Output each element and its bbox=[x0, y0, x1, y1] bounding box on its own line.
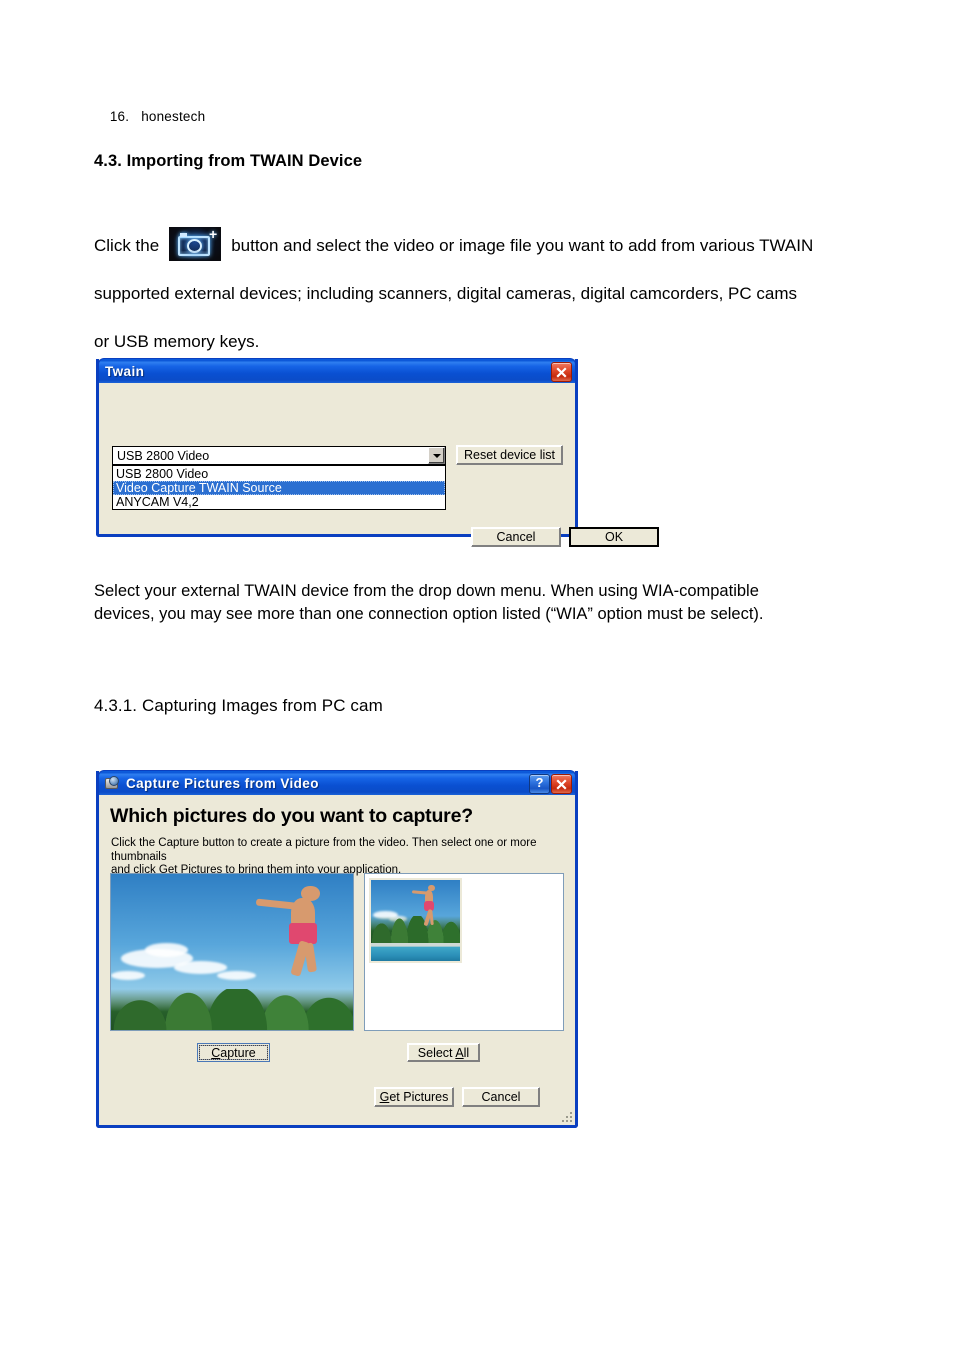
globe-shape bbox=[109, 775, 119, 786]
jumping-boy-figure bbox=[249, 886, 341, 983]
twain-cancel-button[interactable]: Cancel bbox=[471, 527, 561, 547]
get-pictures-button-label: Get Pictures bbox=[379, 1090, 449, 1104]
jumping-boy-figure bbox=[410, 884, 442, 930]
twain-dialog: Twain USB 2800 Video USB 2800 Video Vide… bbox=[96, 358, 659, 547]
instructions-line-1: Click the Capture button to create a pic… bbox=[111, 837, 537, 863]
dropdown-option-usb-2800-video[interactable]: USB 2800 Video bbox=[113, 467, 445, 481]
capture-button[interactable]: Capture bbox=[197, 1043, 270, 1062]
dropdown-option-anycam-v42[interactable]: ANYCAM V4,2 bbox=[113, 495, 445, 509]
help-icon[interactable]: ? bbox=[529, 774, 550, 794]
dropdown-option-video-capture-twain-source[interactable]: Video Capture TWAIN Source bbox=[113, 481, 445, 495]
capture-dialog-body: Which pictures do you want to capture? C… bbox=[99, 795, 575, 1125]
thumbnail-photo bbox=[371, 880, 460, 961]
paragraph-importing-twain: Click the + button and select the video or… bbox=[94, 222, 884, 366]
reset-device-list-button[interactable]: Reset device list bbox=[456, 445, 563, 465]
section-title: 4.3. Importing from TWAIN Device bbox=[94, 152, 363, 170]
capture-cancel-button[interactable]: Cancel bbox=[462, 1087, 540, 1107]
capture-dialog-title: Capture Pictures from Video bbox=[126, 775, 319, 791]
chevron-down-glyph bbox=[432, 453, 441, 458]
twain-dialog-titlebar[interactable]: Twain bbox=[98, 358, 576, 383]
paragraph-1-after-icon: button and select the video or image fil… bbox=[231, 236, 814, 255]
close-icon[interactable] bbox=[551, 774, 572, 794]
cloud-shape bbox=[111, 970, 145, 981]
paragraph-select-device: Select your external TWAIN device from t… bbox=[94, 580, 894, 626]
close-icon[interactable] bbox=[551, 362, 572, 382]
thumbnail-list-pane[interactable] bbox=[364, 873, 564, 1031]
video-capture-icon bbox=[105, 775, 121, 791]
device-select[interactable]: USB 2800 Video bbox=[112, 446, 446, 465]
video-preview-pane[interactable] bbox=[110, 873, 354, 1031]
select-all-button[interactable]: Select All bbox=[407, 1043, 480, 1062]
plus-glyph: + bbox=[209, 227, 218, 242]
twain-dialog-body: USB 2800 Video USB 2800 Video Video Capt… bbox=[99, 383, 659, 547]
document-page: 16. honestech 4.3. Importing from TWAIN D… bbox=[0, 0, 954, 1349]
capture-dialog-instructions: Click the Capture button to create a pic… bbox=[111, 837, 563, 878]
paragraph-1-line-2: supported external devices; including sc… bbox=[94, 284, 797, 303]
twain-dialog-title: Twain bbox=[105, 363, 145, 379]
cloud-shape bbox=[173, 961, 228, 974]
paragraph-2-line-2: devices, you may see more than one conne… bbox=[94, 605, 764, 623]
swimming-pool-shape bbox=[371, 943, 460, 961]
capture-dialog-heading: Which pictures do you want to capture? bbox=[110, 805, 473, 827]
thumbnail-item[interactable] bbox=[369, 878, 462, 963]
chevron-down-icon[interactable] bbox=[428, 447, 445, 464]
paragraph-2-line-1: Select your external TWAIN device from t… bbox=[94, 582, 759, 600]
add-picture-camera-icon: + bbox=[169, 227, 222, 261]
figure-leg bbox=[429, 910, 434, 925]
resize-grip[interactable] bbox=[560, 1110, 572, 1122]
get-pictures-button[interactable]: Get Pictures bbox=[374, 1087, 454, 1107]
page-number: 16. bbox=[109, 109, 130, 124]
tree-line-shape bbox=[111, 989, 353, 1030]
running-header: 16. honestech bbox=[94, 94, 205, 139]
subsection-title: 4.3.1. Capturing Images from PC cam bbox=[94, 696, 383, 715]
capture-dialog-titlebar[interactable]: Capture Pictures from Video ? bbox=[98, 770, 576, 795]
paragraph-1-before-icon: Click the bbox=[94, 236, 160, 255]
brand-name: honestech bbox=[141, 109, 206, 124]
twain-ok-button[interactable]: OK bbox=[569, 527, 659, 547]
cloud-shape bbox=[144, 942, 189, 957]
icon-reflection bbox=[177, 251, 212, 260]
device-select-dropdown-list[interactable]: USB 2800 Video Video Capture TWAIN Sourc… bbox=[112, 465, 446, 510]
capture-pictures-dialog: Capture Pictures from Video ? Which pict… bbox=[96, 770, 578, 1128]
capture-cancel-button-label: Cancel bbox=[481, 1090, 521, 1104]
preview-photo bbox=[111, 874, 353, 1030]
select-all-button-label: Select All bbox=[417, 1045, 470, 1060]
capture-button-label: Capture bbox=[211, 1045, 256, 1060]
device-select-value: USB 2800 Video bbox=[117, 448, 210, 463]
camera-viewfinder-shape bbox=[180, 233, 188, 237]
figure-leg bbox=[303, 942, 318, 973]
